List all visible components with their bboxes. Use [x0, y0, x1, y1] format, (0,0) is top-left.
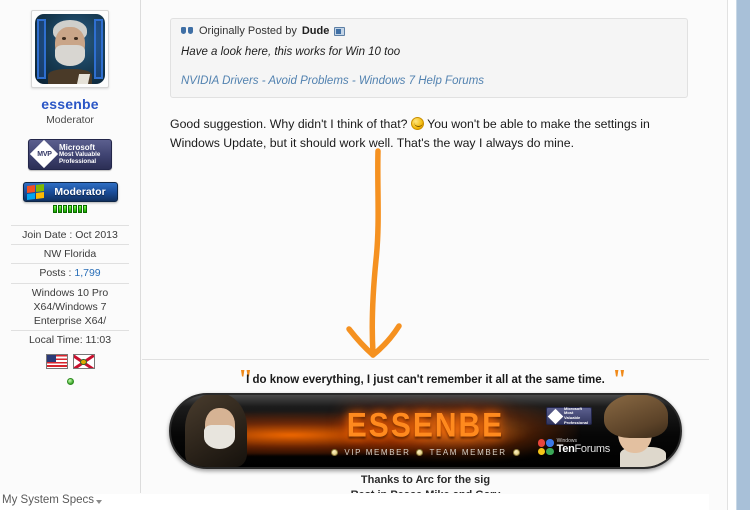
- banner-team-label: TEAM MEMBER: [429, 448, 507, 457]
- post-footer: My System Specs: [0, 494, 709, 510]
- my-system-specs-label: My System Specs: [2, 494, 95, 506]
- mvp-diamond-icon: MVP: [32, 142, 57, 167]
- user-title: Moderator: [46, 114, 94, 126]
- signature-credit: Thanks to Arc for the sig Rest in Peace …: [142, 473, 709, 493]
- quote-external-link[interactable]: NVIDIA Drivers - Avoid Problems - Window…: [181, 75, 677, 87]
- page-edge-gap: [727, 0, 736, 510]
- florida-flag-icon: [72, 354, 95, 370]
- signature-credit-line2: Rest in Peace Mike and Gary: [142, 488, 709, 493]
- stat-posts: Posts : 1,799: [11, 263, 129, 282]
- tenforums-ten: Ten: [556, 443, 575, 455]
- banner-mvp-badge: Microsoft Most Valuable Professional: [546, 406, 592, 425]
- view-post-icon[interactable]: [334, 26, 346, 36]
- smiley-bullet-icon-1: [331, 449, 339, 456]
- quote-box: Originally Posted by Dude Have a look he…: [170, 18, 688, 99]
- smiley-emoji-icon: [410, 117, 424, 131]
- stat-join-date: Join Date : Oct 2013: [11, 225, 129, 244]
- banner-figure-right: [594, 395, 674, 467]
- username-link[interactable]: essenbe: [0, 96, 140, 112]
- windows-logo-icon: [26, 183, 44, 201]
- signature-banner-image: ESSENBE VIP MEMBER TEAM MEMBER Microsoft…: [169, 393, 682, 469]
- forum-post-page: essenbe Moderator MVP Microsoft Most Val…: [0, 0, 750, 510]
- stat-os-line3: Enterprise X64/: [33, 314, 107, 327]
- avatar-eye-left: [61, 37, 66, 40]
- online-status-indicator: [66, 378, 74, 386]
- quote-header-prefix: Originally Posted by: [199, 25, 297, 37]
- stat-os-line2: X64/Windows 7: [33, 300, 107, 313]
- avatar-decor-right: [93, 18, 103, 80]
- avatar-beard: [54, 44, 86, 66]
- banner-mvp-text: Microsoft Most Valuable Professional: [564, 406, 589, 425]
- signature-credit-line1: Thanks to Arc for the sig: [360, 474, 491, 486]
- chevron-down-icon: [96, 499, 103, 504]
- user-stats: Join Date : Oct 2013 NW Florida Posts : …: [11, 225, 129, 371]
- avatar-image: [35, 14, 105, 84]
- user-signature: " I do know everything, I just can't rem…: [142, 361, 709, 493]
- banner-mvp-diamond-icon: [549, 410, 562, 423]
- moderator-badge: Moderator: [22, 182, 118, 202]
- mvp-diamond-label: MVP: [37, 151, 52, 158]
- mvp-badge: MVP Microsoft Most Valuable Professional: [28, 139, 112, 170]
- mvp-badge-text: Microsoft Most Valuable Professional: [57, 143, 100, 165]
- quote-text: Have a look here, this works for Win 10 …: [181, 46, 401, 58]
- flags-row: [11, 349, 129, 371]
- user-info-sidebar: essenbe Moderator MVP Microsoft Most Val…: [0, 0, 141, 493]
- moderator-badge-label: Moderator: [54, 186, 106, 198]
- smiley-bullet-icon-2: [416, 449, 424, 456]
- stat-os: Windows 10 Pro X64/Windows 7 Enterprise …: [11, 282, 129, 331]
- stat-posts-count-link[interactable]: 1,799: [74, 267, 100, 279]
- us-flag-icon: [45, 354, 68, 370]
- stat-posts-label: Posts :: [39, 267, 75, 280]
- mvp-line3: Professional: [59, 157, 97, 165]
- avatar-decor-left: [37, 18, 47, 80]
- banner-mvp-line3: Professional: [564, 419, 589, 425]
- tenforums-dots-icon: [537, 439, 554, 455]
- signature-quote-row: " I do know everything, I just can't rem…: [142, 364, 709, 394]
- post-body-part1: Good suggestion. Why didn't I think of t…: [170, 117, 408, 132]
- page-edge-strip: [736, 0, 750, 510]
- quote-icon: [181, 26, 194, 37]
- smiley-bullet-icon-3: [512, 449, 520, 456]
- my-system-specs-link[interactable]: My System Specs: [2, 494, 103, 506]
- banner-figure-right-hair: [604, 395, 668, 438]
- post-body-text: Good suggestion. Why didn't I think of t…: [170, 115, 687, 152]
- reputation-bar: [49, 205, 91, 213]
- avatar[interactable]: [31, 10, 109, 88]
- quote-header: Originally Posted by Dude: [181, 25, 677, 37]
- stat-local-time: Local Time: 11:03: [11, 330, 129, 349]
- quote-author-link[interactable]: Dude: [302, 25, 330, 37]
- post-content: Originally Posted by Dude Have a look he…: [142, 0, 709, 360]
- stat-os-line1: Windows 10 Pro: [31, 286, 109, 299]
- stat-location: NW Florida: [11, 244, 129, 263]
- quote-mark-right-icon: ": [612, 364, 627, 394]
- banner-vip-label: VIP MEMBER: [344, 448, 411, 457]
